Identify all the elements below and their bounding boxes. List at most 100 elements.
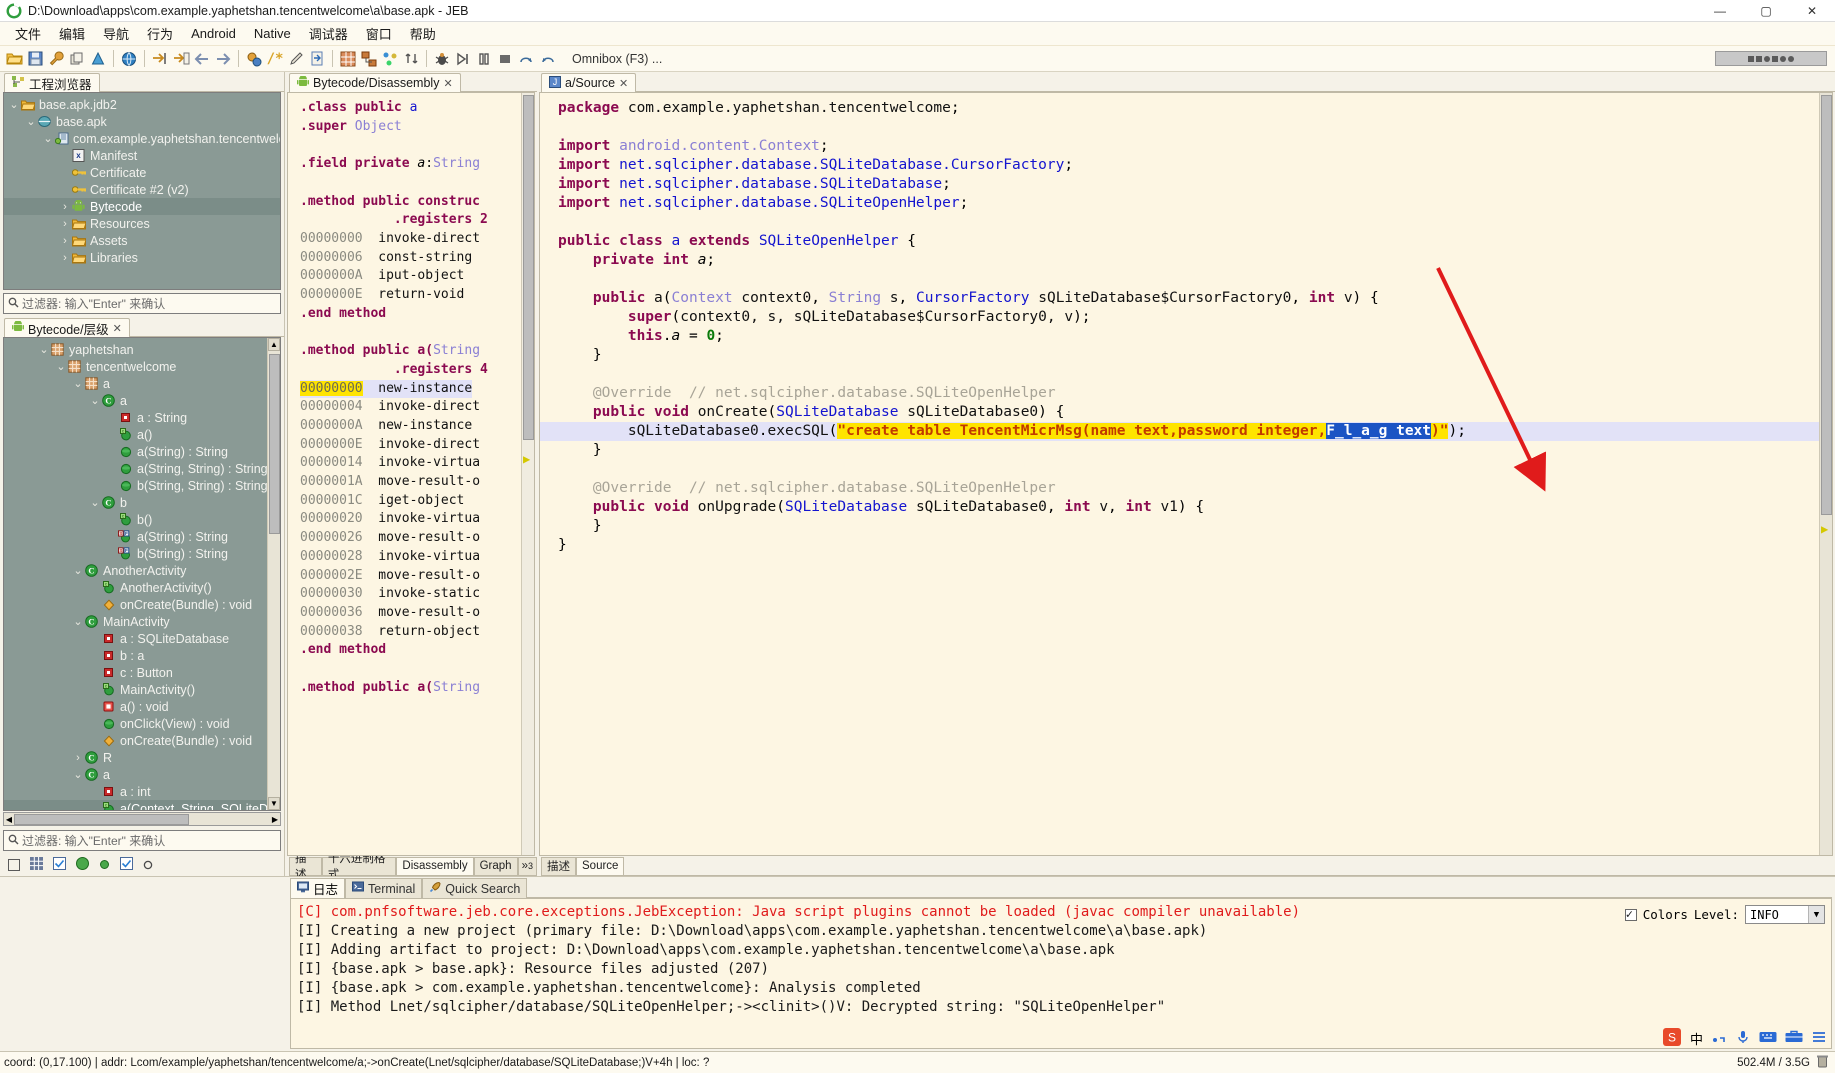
project-explorer-tree[interactable]: ⌄ base.apk.jdb2 ⌄ base.apk ⌄ com.example.yaph… [3,92,281,290]
save-icon[interactable] [25,49,45,69]
circle-small-icon[interactable] [99,858,110,873]
sort-icon[interactable] [401,49,421,69]
refactor-icon[interactable] [244,49,264,69]
export-icon[interactable] [307,49,327,69]
tree-row[interactable]: ⌄ C MainActivity [4,613,280,630]
tree-row[interactable]: · a(String) : String [4,443,280,460]
copy-icon[interactable] [67,49,87,69]
chevron-right-icon[interactable]: › [72,752,84,764]
colors-checkbox[interactable] [1624,907,1637,921]
tree-row[interactable]: ⌄ base.apk [4,113,280,130]
tree-row[interactable]: ·c a(Context, String, SQLiteDatab [4,800,280,810]
ime-mode-label[interactable]: 中 [1690,1029,1703,1048]
tree-row[interactable]: ⌄ yaphetshan [4,341,280,358]
menu-file[interactable]: 文件 [6,22,50,45]
ctab-quick-search[interactable]: Quick Search [422,878,528,898]
source-code-pane[interactable]: package com.example.yaphetshan.tencentwe… [539,92,1833,856]
edit-pencil-icon[interactable] [286,49,306,69]
menu-help[interactable]: 帮助 [401,22,445,45]
mic-icon[interactable] [1735,1029,1751,1048]
tree-row[interactable]: ⌄ com.example.yaphetshan.tencentwelcome [4,130,280,147]
hierarchy-filter[interactable]: 过滤器: 输入"Enter" 来确认 [3,830,281,851]
chevron-down-icon[interactable]: ⌄ [55,360,67,373]
bytecode-scroll-thumb[interactable] [523,95,534,440]
tree-row[interactable]: ⌄ a [4,375,280,392]
console-output[interactable]: [C] com.pnfsoftware.jeb.core.exceptions.… [290,898,1832,1049]
source-scrollbar[interactable]: ▶ [1819,93,1832,855]
tree-row[interactable]: · a : String [4,409,280,426]
open-folder-icon[interactable] [4,49,24,69]
step-into-icon[interactable] [537,49,557,69]
btab-graph[interactable]: Graph [473,856,518,876]
tree-row[interactable]: · onCreate(Bundle) : void [4,596,280,613]
tree-row[interactable]: · x Manifest [4,147,280,164]
tree-row[interactable]: ⌄ Cb [4,494,280,511]
tree-row[interactable]: · b : a [4,647,280,664]
hierarchy-tree[interactable]: ▲ ▼ ⌄yaphetshan⌄tencentwelcome⌄a⌄Ca·a : … [3,337,281,811]
tree-row[interactable]: ·c AnotherActivity() [4,579,280,596]
chevron-down-icon[interactable]: ⌄ [42,132,54,145]
stab-source[interactable]: Source [576,856,625,876]
tree-row[interactable]: · onClick(View) : void [4,715,280,732]
menu-edit[interactable]: 编辑 [50,22,94,45]
menu-action[interactable]: 行为 [138,22,182,45]
tree-row[interactable]: › Assets [4,232,280,249]
chevron-down-icon[interactable]: ⌄ [38,343,50,356]
tree-row[interactable]: · Certificate [4,164,280,181]
tree-row[interactable]: › Libraries [4,249,280,266]
tab-a-source[interactable]: J a/Source ✕ [541,73,637,92]
settings-icon[interactable] [1811,1029,1827,1048]
chevron-down-icon[interactable]: ⌄ [72,768,84,781]
tree-row[interactable]: ·c a() [4,426,280,443]
btab-hex[interactable]: 十六进制格式 [321,853,397,881]
tree-row[interactable]: ·c MainActivity() [4,681,280,698]
bytecode-code-pane[interactable]: .class public a .super Object .field priv… [287,92,535,856]
tab-bytecode-disassembly[interactable]: Bytecode/Disassembly ✕ [289,73,461,92]
tree-row[interactable]: › Bytecode [4,198,280,215]
tree-row[interactable]: · a : int [4,783,280,800]
tree-row[interactable]: · a : SQLiteDatabase [4,630,280,647]
tree-row[interactable]: · a() : void [4,698,280,715]
trash-icon[interactable] [1816,1054,1829,1071]
period-icon[interactable] [1711,1029,1727,1048]
tree-row[interactable]: ⌄ Ca [4,766,280,783]
chevron-down-icon[interactable]: ⌄ [72,615,84,628]
tree-row[interactable]: › C R [4,749,280,766]
source-scroll-thumb[interactable] [1821,95,1832,515]
hierarchy-hscrollbar[interactable]: ◀ ▶ [3,812,281,826]
circle-outline-icon[interactable] [143,858,153,873]
close-icon[interactable]: ✕ [113,322,122,335]
circle-check-icon[interactable] [76,857,89,873]
tree-row[interactable]: › Resources [4,215,280,232]
tab-project-explorer[interactable]: 工程浏览器 [4,73,100,92]
globe-icon[interactable] [119,49,139,69]
tree-row[interactable]: ·SFa(String) : String [4,528,280,545]
chevron-down-icon[interactable]: ⌄ [89,496,101,509]
step-over-icon[interactable] [516,49,536,69]
menu-navigate[interactable]: 导航 [94,22,138,45]
goto-back-icon[interactable] [171,49,191,69]
tree-row[interactable]: · a(String, String) : String [4,460,280,477]
hierarchy-scroll-thumb[interactable] [269,354,280,534]
menu-window[interactable]: 窗口 [357,22,401,45]
hierarchy-hscroll-thumb[interactable] [14,813,189,825]
goto-icon[interactable] [150,49,170,69]
tree-row[interactable]: · Certificate #2 (v2) [4,181,280,198]
tree-row[interactable]: ⌄ Ca [4,392,280,409]
nodes-icon[interactable] [380,49,400,69]
stop-icon[interactable] [495,49,515,69]
keyboard-icon[interactable] [1759,1030,1777,1047]
level-select[interactable]: INFO ▼ [1745,905,1825,924]
ctab-log[interactable]: 日志 [290,878,346,898]
chevron-down-icon[interactable]: ▼ [1808,906,1824,923]
graph-icon[interactable] [359,49,379,69]
tree-row[interactable]: ·c b() [4,511,280,528]
omnibox-hint[interactable]: Omnibox (F3) ... [572,52,662,66]
close-icon-2[interactable]: ✕ [443,77,452,90]
minimize-button[interactable]: — [1697,0,1743,22]
chevron-right-icon[interactable]: › [59,252,71,264]
close-icon-3[interactable]: ✕ [619,77,628,90]
bytecode-scrollbar[interactable]: ▶ [521,93,534,855]
checkbox-checked-icon[interactable] [53,857,66,873]
btab-description[interactable]: 描述 [289,853,322,881]
